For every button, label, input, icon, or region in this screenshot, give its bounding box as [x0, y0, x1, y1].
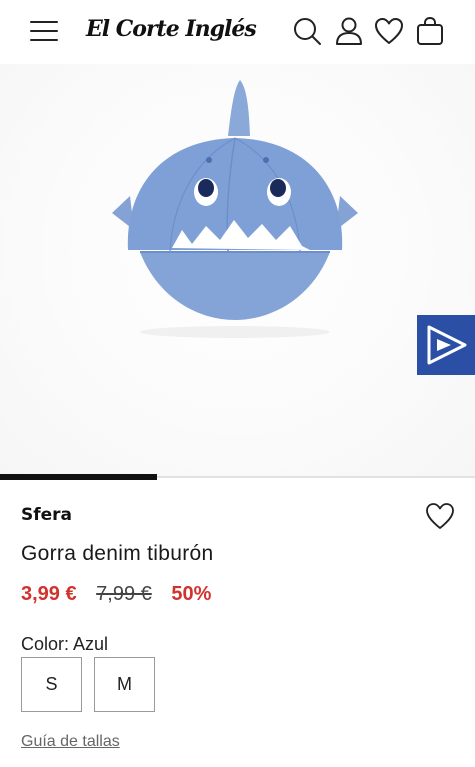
favorite-heart-icon[interactable] [424, 501, 456, 531]
search-icon[interactable] [292, 16, 322, 46]
size-guide-link[interactable]: Guía de tallas [21, 733, 120, 751]
logo-text: El Corte Inglés [86, 16, 257, 42]
gallery-progress-bar[interactable] [0, 474, 157, 480]
bag-icon[interactable] [415, 16, 445, 46]
price-old: 7,99 € [96, 583, 152, 605]
shark-cap-image [112, 80, 358, 338]
product-gallery[interactable] [0, 64, 475, 476]
product-brand[interactable]: Sfera [21, 505, 72, 525]
size-option-m[interactable]: M [94, 657, 155, 712]
play-triangle-icon [427, 325, 467, 365]
price-row: 3,99 € 7,99 € 50% [21, 583, 211, 609]
discount-badge: 50% [171, 583, 212, 605]
color-label: Color: Azul [21, 634, 109, 654]
price-current: 3,99 € [21, 583, 77, 605]
menu-icon[interactable] [30, 20, 58, 42]
heart-icon[interactable] [374, 16, 404, 46]
promo-badge[interactable] [417, 315, 475, 375]
product-title: Gorra denim tiburón [21, 542, 214, 565]
size-option-s[interactable]: S [21, 657, 82, 712]
user-icon[interactable] [334, 16, 364, 46]
brand-logo[interactable]: El Corte Inglés [86, 12, 257, 50]
top-header: El Corte Inglés [0, 0, 475, 64]
